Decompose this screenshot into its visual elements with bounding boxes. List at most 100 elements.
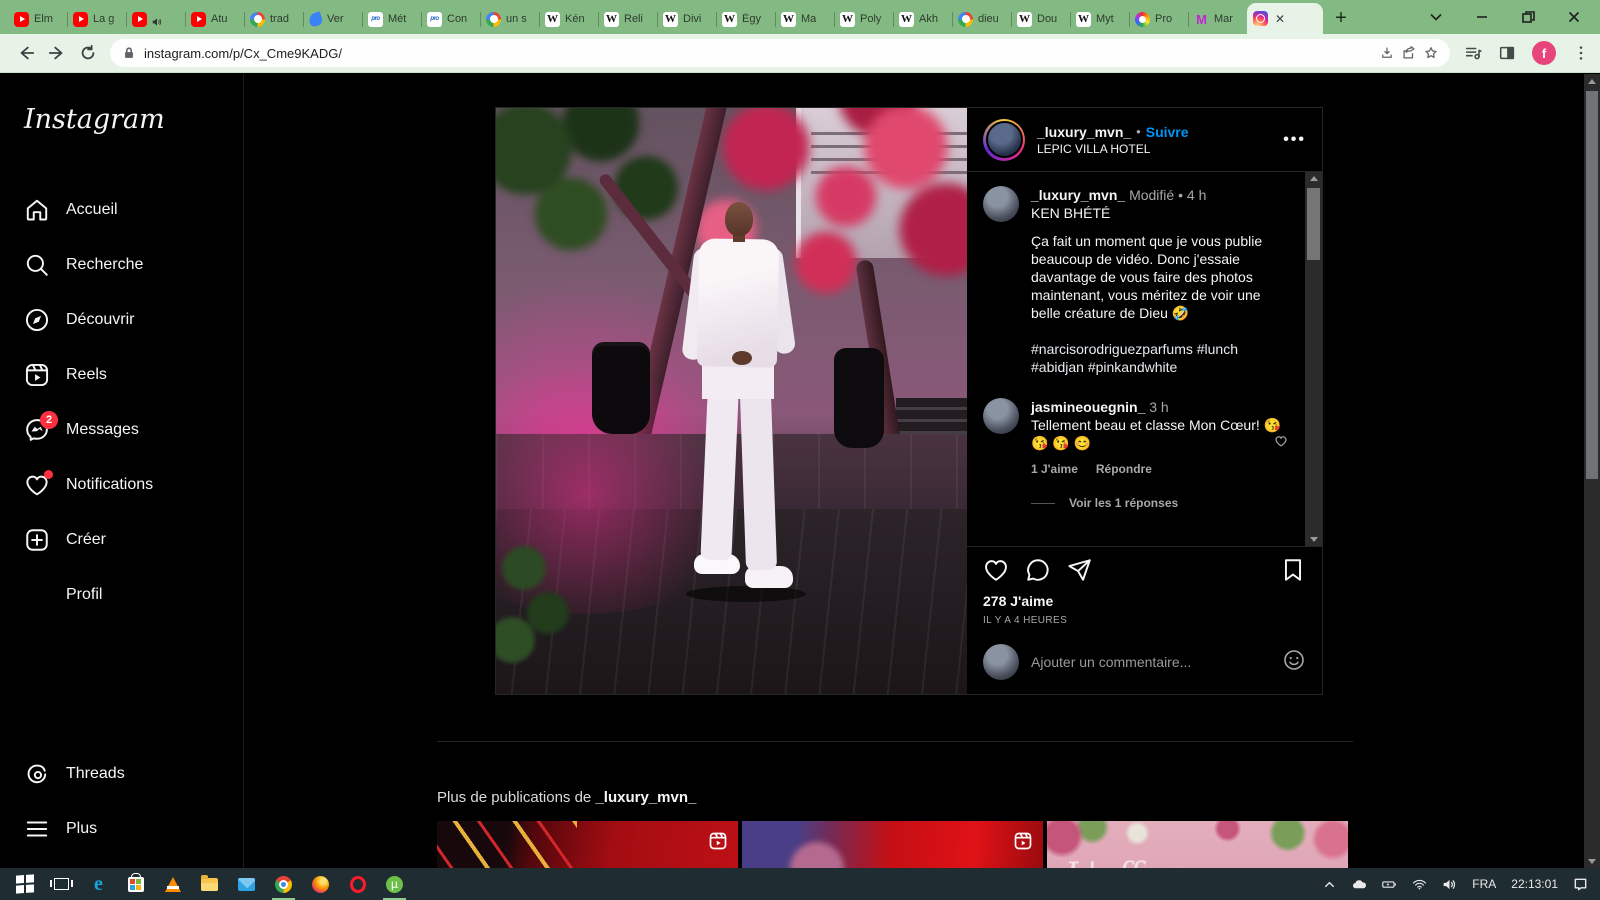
volume-icon[interactable] xyxy=(1442,877,1457,892)
author-username[interactable]: _luxury_mvn_ xyxy=(1037,124,1131,140)
author-avatar[interactable] xyxy=(986,121,1023,158)
scrollbar-thumb[interactable] xyxy=(1307,188,1320,260)
minimize-button[interactable] xyxy=(1474,9,1490,25)
close-window-button[interactable] xyxy=(1566,9,1582,25)
language-indicator[interactable]: FRA xyxy=(1472,877,1496,891)
post-location[interactable]: LEPIC VILLA HOTEL xyxy=(1037,142,1271,156)
post-photo[interactable] xyxy=(496,108,967,694)
comment-like-heart-icon[interactable] xyxy=(1274,434,1288,448)
browser-tab-Reli[interactable]: WReli xyxy=(598,4,657,34)
instagram-logo[interactable]: Instagram xyxy=(24,104,165,135)
bookmark-icon[interactable] xyxy=(1280,557,1306,583)
sidebar-item-découvrir[interactable]: Découvrir xyxy=(12,296,232,344)
reload-button[interactable] xyxy=(76,39,101,67)
browser-tab-un s[interactable]: un s xyxy=(480,4,539,34)
bookmark-star-icon[interactable] xyxy=(1424,46,1438,60)
sidebar-item-messages[interactable]: 2Messages xyxy=(12,406,232,454)
follow-button[interactable]: Suivre xyxy=(1146,124,1189,140)
add-comment-input[interactable] xyxy=(1031,654,1270,670)
browser-tab-Mar[interactable]: MMar xyxy=(1188,4,1247,34)
browser-tab-youtube[interactable] xyxy=(126,4,185,34)
url-bar[interactable]: instagram.com/p/Cx_Cme9KADG/ xyxy=(110,39,1450,67)
sidebar-item-accueil[interactable]: Accueil xyxy=(12,186,232,234)
taskbar-app-edge[interactable]: e xyxy=(80,868,117,900)
browser-tab-Myt[interactable]: WMyt xyxy=(1070,4,1129,34)
commenter-avatar[interactable] xyxy=(983,398,1019,434)
tab-close-icon[interactable]: ✕ xyxy=(1273,12,1287,26)
browser-tab-Con[interactable]: proCon xyxy=(421,4,480,34)
restore-button[interactable] xyxy=(1520,9,1536,25)
url-text[interactable]: instagram.com/p/Cx_Cme9KADG/ xyxy=(144,46,1372,61)
browser-tab-Poly[interactable]: WPoly xyxy=(834,4,893,34)
view-replies-button[interactable]: Voir les 1 réponses xyxy=(1031,494,1292,512)
wifi-icon[interactable] xyxy=(1412,877,1427,892)
taskbar-app-chrome[interactable] xyxy=(265,868,302,900)
browser-tab-Kén[interactable]: WKén xyxy=(539,4,598,34)
browser-tab-dieu[interactable]: dieu xyxy=(952,4,1011,34)
share-icon[interactable] xyxy=(1402,46,1416,60)
tab-audio-speaker-icon[interactable] xyxy=(152,14,162,24)
battery-charging-icon[interactable] xyxy=(1382,877,1397,892)
browser-menu-kebab-icon[interactable] xyxy=(1572,44,1590,62)
comments-scrollbar[interactable] xyxy=(1305,172,1322,546)
scroll-down-arrow[interactable] xyxy=(1584,854,1600,868)
taskbar-app-opera[interactable] xyxy=(339,868,376,900)
back-button[interactable] xyxy=(13,39,38,67)
author-story-ring[interactable] xyxy=(983,119,1025,161)
sidebar-item-profil[interactable]: Profil xyxy=(12,571,232,619)
share-plane-icon[interactable] xyxy=(1067,557,1093,583)
taskbar-app-utorrent[interactable]: µ xyxy=(376,868,413,900)
taskbar-app-start[interactable] xyxy=(6,868,43,900)
browser-tab-Ma[interactable]: WMa xyxy=(775,4,834,34)
scroll-down-arrow[interactable] xyxy=(1305,533,1322,546)
browser-tab-Égy[interactable]: WÉgy xyxy=(716,4,775,34)
scrollbar-thumb[interactable] xyxy=(1586,91,1598,479)
sidebar-item-créer[interactable]: Créer xyxy=(12,516,232,564)
tray-chevron-up-icon[interactable] xyxy=(1322,877,1337,892)
browser-tab-trad[interactable]: trad xyxy=(244,4,303,34)
scroll-up-arrow[interactable] xyxy=(1305,172,1322,185)
comment-reply-button[interactable]: Répondre xyxy=(1096,460,1152,478)
caption-username[interactable]: _luxury_mvn_ xyxy=(1031,187,1125,203)
browser-tab-Akh[interactable]: WAkh xyxy=(893,4,952,34)
media-controls-icon[interactable] xyxy=(1464,44,1482,62)
more-post-thumbnail-3[interactable]: L'effervescence xyxy=(1047,821,1348,868)
new-tab-button[interactable]: + xyxy=(1327,4,1355,32)
browser-tab-La g[interactable]: La g xyxy=(67,4,126,34)
more-post-thumbnail-2[interactable] xyxy=(742,821,1043,868)
emoji-picker-icon[interactable] xyxy=(1282,648,1306,677)
sidebar-item-reels[interactable]: Reels xyxy=(12,351,232,399)
taskbar-app-vlc[interactable] xyxy=(154,868,191,900)
browser-tab-instagram[interactable]: ✕ xyxy=(1247,3,1323,34)
browser-tab-Divi[interactable]: WDivi xyxy=(657,4,716,34)
commenter-username[interactable]: jasmineouegnin_ xyxy=(1031,399,1145,415)
browser-tab-Mét[interactable]: proMét xyxy=(362,4,421,34)
taskbar-app-file-explorer[interactable] xyxy=(191,868,228,900)
browser-tab-Dou[interactable]: WDou xyxy=(1011,4,1070,34)
comment-bubble-icon[interactable] xyxy=(1025,557,1051,583)
post-options-button[interactable]: ••• xyxy=(1283,131,1306,149)
scroll-up-arrow[interactable] xyxy=(1584,74,1600,88)
comment-like-count[interactable]: 1 J'aime xyxy=(1031,460,1078,478)
like-count[interactable]: 278 J'aime xyxy=(983,593,1306,609)
onedrive-cloud-icon[interactable] xyxy=(1352,877,1367,892)
browser-profile-avatar[interactable]: f xyxy=(1532,41,1556,65)
action-center-icon[interactable] xyxy=(1573,877,1588,892)
browser-tab-Elm[interactable]: Elm xyxy=(8,4,67,34)
browser-tab-Ver[interactable]: Ver xyxy=(303,4,362,34)
taskbar-app-task-view[interactable] xyxy=(43,868,80,900)
sidebar-item-notifications[interactable]: Notifications xyxy=(12,461,232,509)
taskbar-app-firefox[interactable] xyxy=(302,868,339,900)
more-post-thumbnail-1[interactable] xyxy=(437,821,738,868)
download-icon[interactable] xyxy=(1380,46,1394,60)
browser-tab-Pro[interactable]: Pro xyxy=(1129,4,1188,34)
browser-tab-Atu[interactable]: Atu xyxy=(185,4,244,34)
sidebar-item-recherche[interactable]: Recherche xyxy=(12,241,232,289)
caption-author-avatar[interactable] xyxy=(983,186,1019,222)
forward-button[interactable] xyxy=(44,39,69,67)
taskbar-app-store[interactable] xyxy=(117,868,154,900)
more-posts-username[interactable]: _luxury_mvn_ xyxy=(595,789,696,806)
caption-hashtags[interactable]: #narcisorodriguezparfums #lunch #abidjan… xyxy=(1031,340,1292,376)
sidebar-item-plus[interactable]: Plus xyxy=(12,805,232,853)
side-panel-icon[interactable] xyxy=(1498,44,1516,62)
